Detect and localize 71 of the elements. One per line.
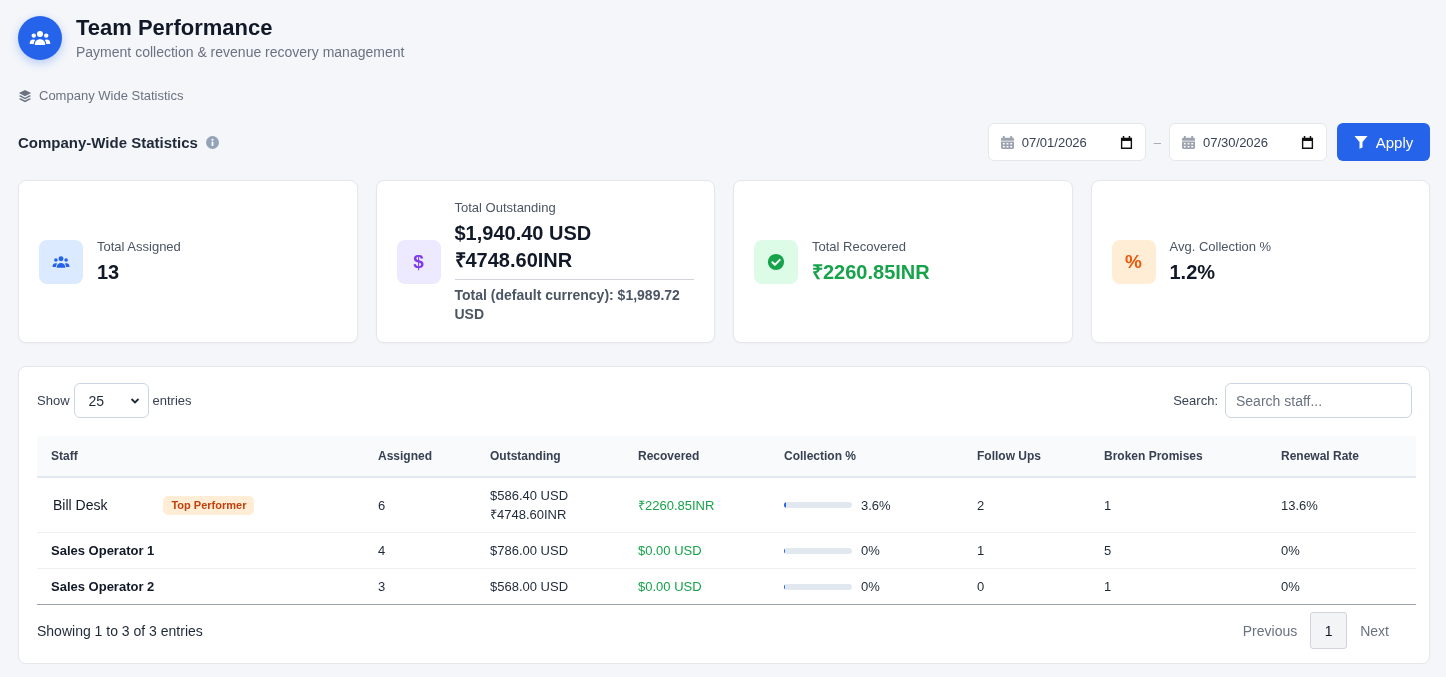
dollar-icon: $ — [396, 239, 441, 284]
stat-value: 1.2% — [1169, 259, 1217, 285]
column-header[interactable]: Staff — [37, 436, 364, 477]
stat-value: ₹2260.85INR — [812, 259, 931, 285]
calendar-icon — [1182, 135, 1195, 149]
staff-name: Bill Desk — [52, 495, 108, 515]
top-performer-badge: Top Performer — [163, 495, 255, 515]
stat-label: Total Outstanding — [454, 199, 557, 217]
column-header[interactable]: Recovered — [624, 436, 770, 477]
table-cell: 0% — [1267, 568, 1416, 605]
layers-icon — [18, 88, 32, 103]
users-icon — [39, 239, 83, 284]
staff-name: Sales Operator 2 — [51, 578, 155, 596]
stat-label: Total Recovered — [812, 237, 907, 256]
search-label: Search: — [1173, 393, 1218, 408]
column-header[interactable]: Broken Promises — [1090, 436, 1267, 477]
date-separator: – — [1153, 134, 1161, 150]
apply-button[interactable]: Apply — [1337, 123, 1430, 161]
date-field[interactable]: 07/01/2026 — [987, 123, 1146, 161]
page-subtitle: Payment collection & revenue recovery management — [76, 43, 405, 62]
table-cell: 13.6% — [1267, 477, 1416, 533]
users-icon — [18, 16, 62, 60]
table-cell: $586.40 USD ₹4748.60INR — [476, 477, 624, 533]
table-cell: 1 — [1090, 568, 1267, 605]
stat-value: $1,940.40 USD — [454, 221, 593, 246]
table-cell: 5 — [1090, 532, 1267, 569]
table-cell: 2 — [963, 477, 1090, 533]
stat-note: Total (default currency): $1,989.72 USD — [454, 286, 681, 324]
calendar-picker-icon[interactable] — [1301, 135, 1314, 149]
percent-text: 0% — [861, 542, 880, 560]
column-header[interactable]: Assigned — [364, 436, 476, 477]
page-size-select[interactable]: 25 — [73, 383, 149, 418]
search-field[interactable]: Search staff... — [1225, 383, 1412, 418]
entries-label: entries — [152, 393, 192, 408]
calendar-picker-icon[interactable] — [1119, 135, 1133, 149]
table-cell: $0.00 USD — [624, 568, 770, 605]
table-cell: ₹2260.85INR — [624, 477, 770, 533]
info-icon[interactable] — [205, 135, 219, 149]
percent-text: 3.6% — [861, 496, 891, 515]
pagination-link[interactable]: Next — [1347, 612, 1402, 649]
percent-text: 0% — [861, 578, 880, 596]
table-cell: $568.00 USD — [476, 568, 624, 605]
column-header[interactable]: Follow Ups — [963, 436, 1090, 477]
stat-label: Avg. Collection % — [1169, 237, 1273, 256]
table-cell: 4 — [364, 532, 476, 569]
breadcrumb-label: Company Wide Statistics — [39, 88, 184, 103]
table-cell: 1 — [963, 532, 1090, 569]
date-field[interactable]: 07/30/2026 — [1169, 123, 1327, 161]
filter-icon — [1353, 135, 1368, 149]
stat-value: 13 — [97, 259, 121, 285]
section-title: Company-Wide Statistics — [18, 133, 198, 151]
show-label: Show — [37, 393, 70, 408]
staff-name: Sales Operator 1 — [51, 542, 155, 560]
table-cell: 0 — [963, 568, 1090, 605]
column-header[interactable]: Outstanding — [476, 436, 624, 477]
table-cell: $0.00 USD — [624, 532, 770, 569]
stat-value: ₹4748.60INR — [454, 248, 574, 273]
table-cell: 1 — [1090, 477, 1267, 533]
table-cell: 0% — [1267, 532, 1416, 569]
pagination-link[interactable]: Previous — [1229, 612, 1311, 649]
page-title: Team Performance — [76, 14, 274, 42]
calendar-icon — [1000, 135, 1014, 149]
entries-summary: Showing 1 to 3 of 3 entries — [37, 622, 203, 639]
column-header[interactable]: Collection % — [770, 436, 963, 477]
table-cell: $786.00 USD — [476, 532, 624, 569]
stat-label: Total Assigned — [97, 237, 182, 256]
percent-icon: % — [1111, 239, 1156, 284]
page-button[interactable]: 1 — [1310, 612, 1348, 649]
column-header[interactable]: Renewal Rate — [1267, 436, 1416, 477]
table-cell: 6 — [364, 477, 476, 533]
table-cell: 3 — [364, 568, 476, 605]
